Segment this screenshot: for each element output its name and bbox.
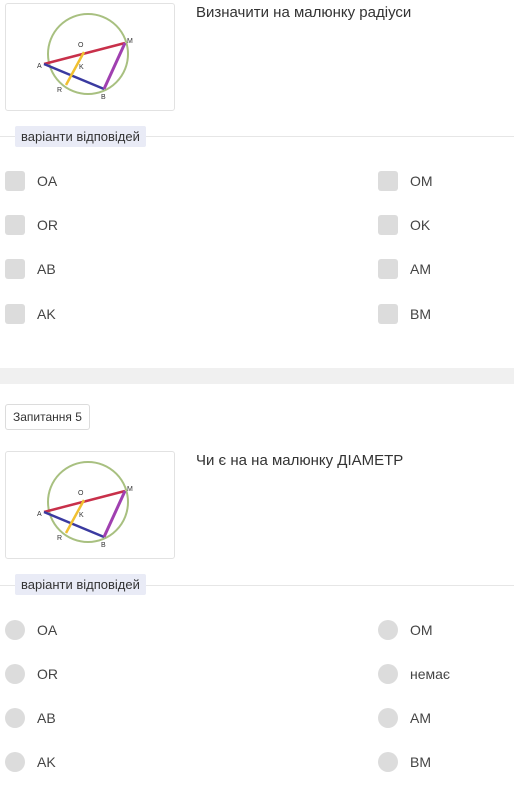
checkbox[interactable] [5, 259, 25, 279]
checkbox[interactable] [378, 259, 398, 279]
question-5-image[interactable]: O M A K R B [5, 451, 175, 559]
option-label: OA [37, 173, 58, 189]
radio-button[interactable] [5, 620, 25, 640]
options-label: варіанти відповідей [15, 126, 146, 147]
options-label: варіанти відповідей [15, 574, 146, 595]
label-o: O [78, 42, 84, 49]
label-r: R [57, 87, 62, 94]
question-4-image[interactable]: O M A K R B [5, 3, 175, 111]
option-label: OM [410, 173, 433, 189]
checkbox[interactable] [378, 304, 398, 324]
option-label: BM [410, 754, 431, 770]
radio-button[interactable] [378, 752, 398, 772]
radio-button[interactable] [378, 620, 398, 640]
radio-button[interactable] [378, 664, 398, 684]
radio-button[interactable] [5, 752, 25, 772]
option-label: OA [37, 622, 58, 638]
option-label: OR [37, 666, 58, 682]
question-4-text: Визначити на малюнку радіуси [196, 4, 412, 21]
label-o: O [78, 490, 84, 497]
question-5-text: Чи є на на малюнку ДІАМЕТР [196, 452, 404, 469]
radio-button[interactable] [5, 708, 25, 728]
option-label: AB [37, 261, 56, 277]
checkbox[interactable] [5, 171, 25, 191]
label-a: A [37, 511, 42, 518]
checkbox[interactable] [5, 215, 25, 235]
option-label: OR [37, 217, 58, 233]
option-label: AB [37, 710, 56, 726]
label-b: B [101, 94, 106, 101]
label-b: B [101, 542, 106, 549]
option-label: AK [37, 306, 56, 322]
label-k: K [79, 64, 84, 71]
option-label: AK [37, 754, 56, 770]
option-label: немає [410, 666, 451, 682]
segment-bm [102, 42, 127, 90]
checkbox[interactable] [378, 171, 398, 191]
option-label: AM [410, 710, 431, 726]
label-m: M [127, 486, 133, 493]
label-r: R [57, 535, 62, 542]
question-separator [0, 368, 514, 384]
radio-button[interactable] [5, 664, 25, 684]
option-label: BM [410, 306, 431, 322]
option-label: OK [410, 217, 431, 233]
option-label: AM [410, 261, 431, 277]
label-k: K [79, 512, 84, 519]
geometry-diagram: O M A K R B [37, 461, 133, 549]
option-label: OM [410, 622, 433, 638]
checkbox[interactable] [5, 304, 25, 324]
radio-button[interactable] [378, 708, 398, 728]
label-m: M [127, 38, 133, 45]
checkbox[interactable] [378, 215, 398, 235]
geometry-diagram: O M A K R B [37, 13, 133, 101]
question-number-badge: Запитання 5 [5, 404, 90, 430]
label-a: A [37, 63, 42, 70]
segment-bm [102, 490, 127, 538]
